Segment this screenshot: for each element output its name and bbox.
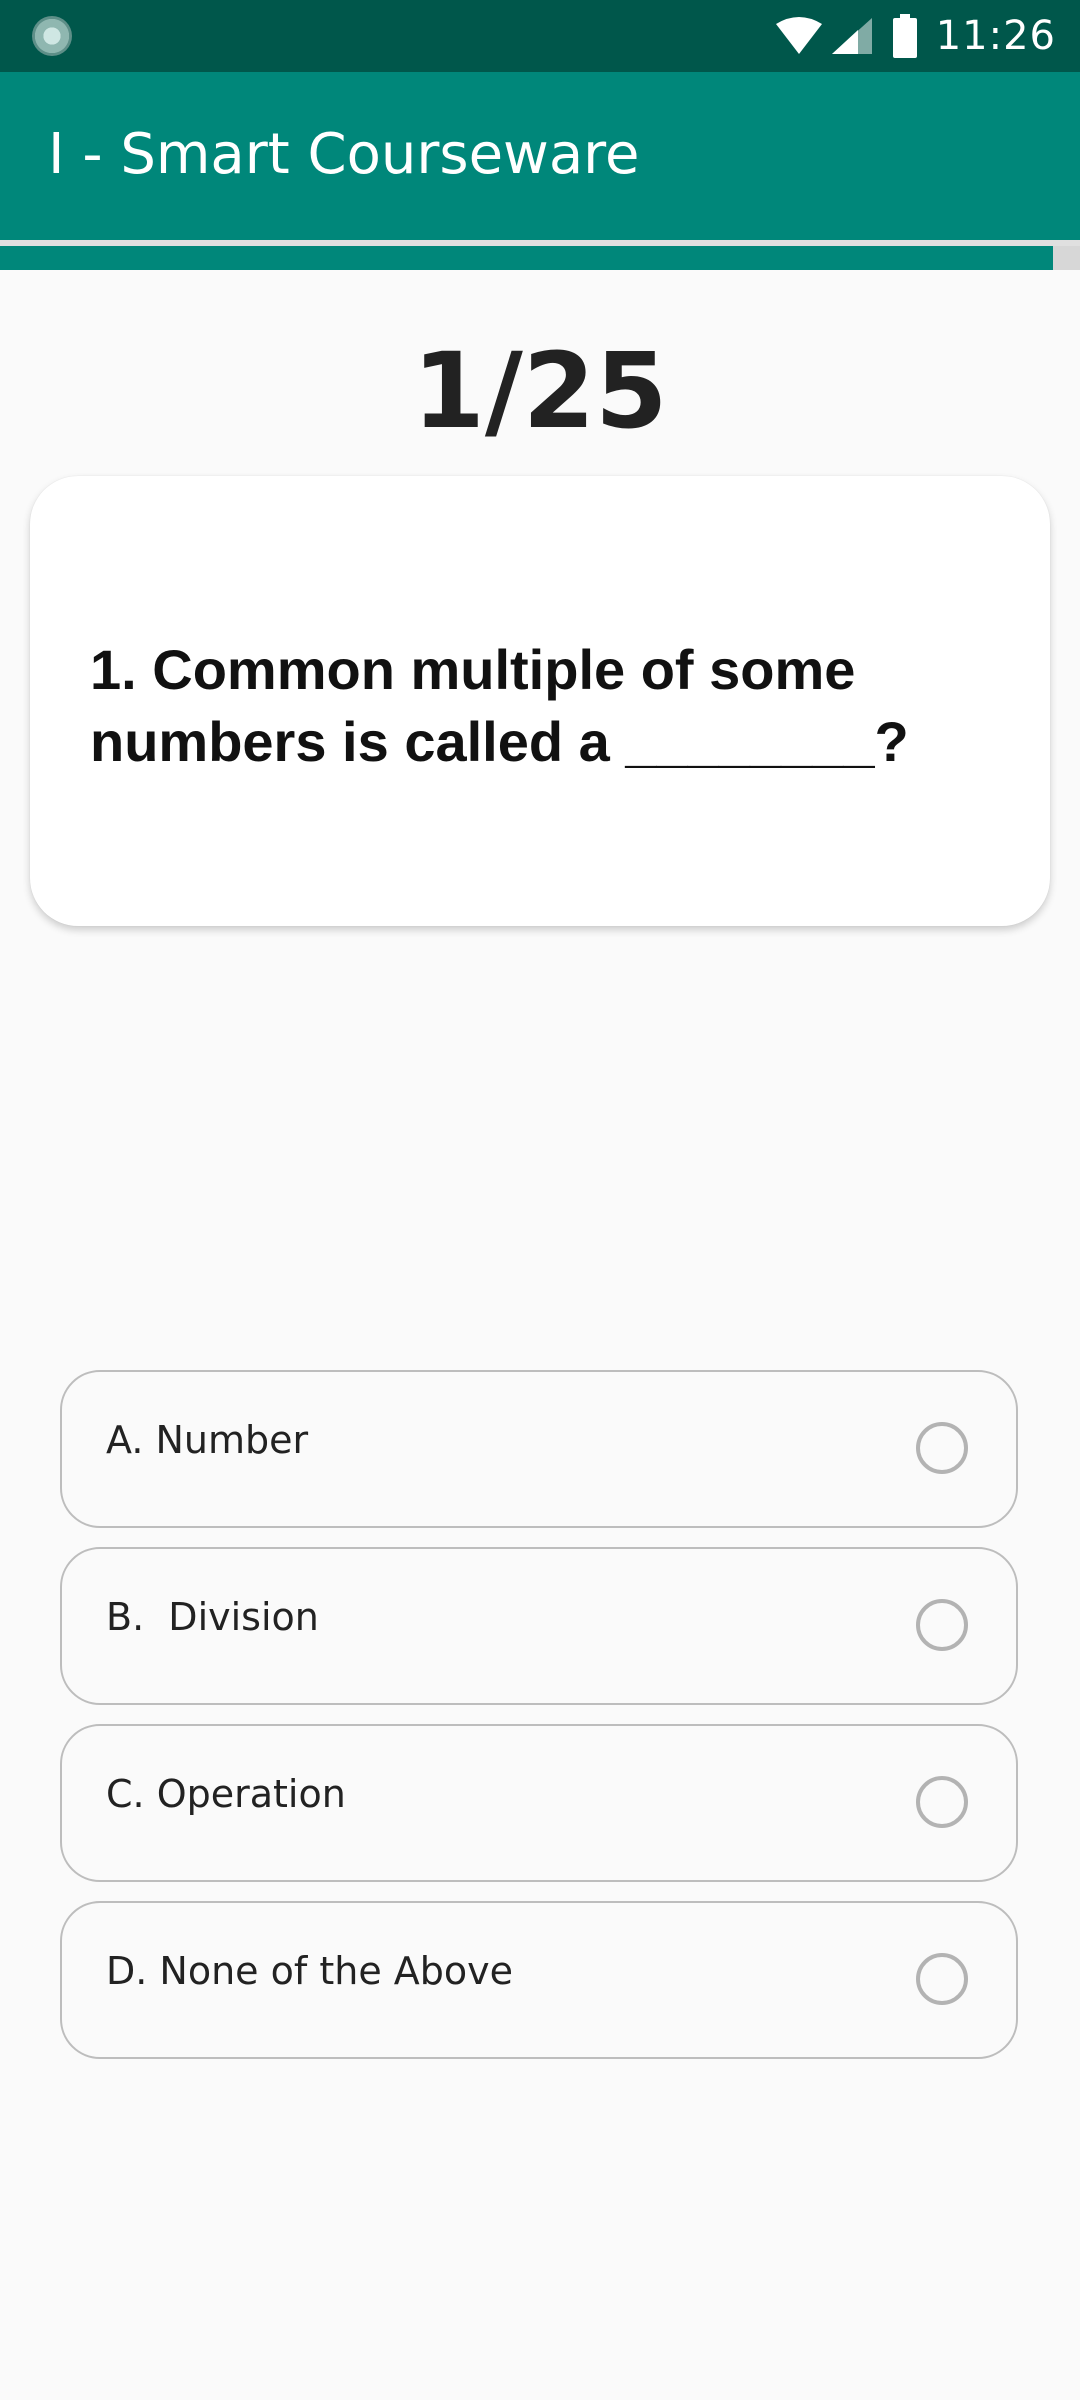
wifi-icon [775, 17, 822, 54]
option-b[interactable]: B. Division [60, 1547, 1018, 1705]
radio-button[interactable] [916, 1599, 968, 1651]
option-label: D. None of the Above [106, 1949, 514, 1993]
status-time: 11:26 [935, 13, 1056, 59]
question-text: 1. Common multiple of some numbers is ca… [90, 638, 909, 773]
option-d[interactable]: D. None of the Above [60, 1901, 1018, 2059]
radio-button[interactable] [916, 1953, 968, 2005]
battery-icon [892, 14, 917, 58]
status-icons: 11:26 [774, 0, 1056, 72]
app-notification-icon [32, 16, 72, 56]
radio-button[interactable] [916, 1422, 968, 1474]
radio-button[interactable] [916, 1776, 968, 1828]
option-a[interactable]: A. Number [60, 1370, 1018, 1528]
option-label: B. Division [106, 1595, 319, 1639]
signal-icon [831, 18, 872, 54]
quiz-progress-bar [0, 246, 1080, 270]
option-label: C. Operation [106, 1772, 346, 1816]
option-c[interactable]: C. Operation [60, 1724, 1018, 1882]
app-title: I - Smart Courseware [48, 122, 640, 187]
question-counter: 1/25 [412, 330, 668, 452]
answer-options: A. Number B. Division C. Operation D. No… [60, 1370, 1020, 2078]
app-bar: I - Smart Courseware [0, 72, 1080, 240]
status-bar: 11:26 [0, 0, 1080, 72]
quiz-progress-fill [0, 246, 1053, 270]
option-label: A. Number [106, 1418, 309, 1462]
question-card: 1. Common multiple of some numbers is ca… [30, 476, 1050, 926]
